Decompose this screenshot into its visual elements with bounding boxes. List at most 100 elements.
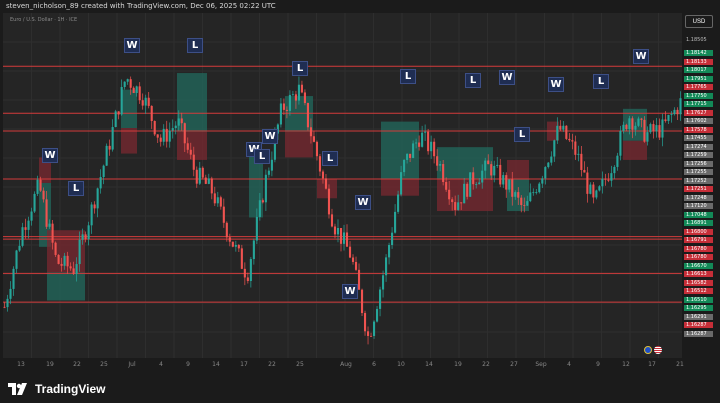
candle-body (27, 220, 30, 230)
candle-body (126, 79, 129, 82)
candle-body (502, 175, 505, 185)
candle-body (366, 331, 370, 336)
candle-body (439, 164, 442, 166)
candle-body (445, 182, 448, 190)
candle-body (544, 167, 547, 179)
eu-flag-icon[interactable] (644, 346, 652, 354)
price-chart[interactable] (3, 13, 682, 358)
candle-body (108, 145, 111, 150)
candle-body (676, 109, 679, 115)
candle-body (610, 173, 613, 181)
loss-marker: L (400, 69, 416, 84)
candle-body (51, 223, 54, 243)
time-tick: 17 (648, 361, 656, 368)
candle-body (523, 205, 526, 206)
candle-body (496, 164, 499, 166)
candle-body (294, 94, 297, 101)
chart-area[interactable]: Euro / U.S. Dollar · 1H · ICE (3, 13, 682, 358)
candle-body (348, 246, 352, 258)
candle-body (339, 228, 343, 244)
candle-body (595, 190, 598, 198)
candle-body (565, 125, 568, 139)
candle-body (400, 172, 403, 195)
candle-body (12, 268, 15, 289)
event-flags[interactable] (644, 346, 662, 354)
candle-body (667, 114, 670, 121)
candle-body (264, 174, 267, 203)
loss-marker: L (68, 181, 84, 196)
candle-body (412, 143, 415, 158)
candle-body (180, 118, 183, 124)
candle-body (114, 111, 117, 128)
candle-body (141, 100, 144, 106)
trade-zone (177, 131, 207, 160)
candle-body (514, 192, 517, 197)
chart-credit: steven_nicholson_89 created with Trading… (6, 2, 276, 10)
candle-body (379, 289, 382, 309)
candle-body (363, 313, 367, 332)
time-tick: 27 (510, 361, 518, 368)
candle-body (195, 169, 198, 184)
tradingview-logo[interactable]: TradingView (8, 382, 105, 396)
win-marker: W (499, 70, 515, 85)
candle-body (186, 143, 189, 150)
loss-marker: L (593, 74, 609, 89)
trade-zone (121, 89, 137, 128)
candle-body (213, 193, 216, 204)
candle-body (427, 131, 430, 152)
candle-body (315, 141, 319, 157)
candle-body (466, 183, 469, 197)
time-tick: 25 (296, 361, 304, 368)
candle-body (216, 197, 219, 204)
price-label: 1.17602 (684, 118, 713, 124)
win-marker: W (342, 284, 358, 299)
candle-body (556, 125, 559, 141)
candle-body (282, 103, 285, 110)
candle-body (586, 172, 589, 194)
candle-body (388, 244, 391, 258)
candle-body (442, 164, 445, 183)
candle-body (646, 132, 649, 142)
candle-body (93, 204, 96, 209)
candle-body (99, 177, 102, 189)
candle-body (75, 264, 78, 274)
candle-body (484, 160, 487, 171)
candle-body (589, 184, 592, 194)
candle-body (84, 234, 87, 240)
candle-body (649, 124, 652, 133)
candle-body (357, 269, 361, 290)
price-label: 1.17120 (684, 203, 713, 209)
time-tick: 4 (567, 361, 571, 368)
candle-body (391, 232, 394, 245)
candle-body (652, 124, 655, 132)
candle-body (324, 178, 328, 189)
candle-body (129, 79, 132, 88)
candle-body (541, 178, 544, 184)
candle-body (661, 119, 664, 138)
candle-body (505, 175, 508, 190)
trade-zone (623, 140, 647, 160)
candle-body (436, 156, 439, 166)
candle-body (270, 159, 273, 171)
candle-body (300, 84, 303, 93)
candle-body (634, 125, 637, 130)
price-label: 1.16512 (684, 288, 713, 294)
candle-body (162, 128, 165, 142)
time-tick: 25 (100, 361, 108, 368)
candle-body (535, 192, 538, 193)
candle-body (526, 201, 529, 206)
candle-body (177, 118, 180, 126)
trade-zone (121, 128, 137, 154)
currency-button[interactable]: USD (685, 15, 713, 28)
time-tick: 9 (186, 361, 190, 368)
candle-body (448, 189, 451, 200)
candle-body (201, 167, 204, 178)
price-label: 1.17951 (684, 75, 713, 82)
price-label: 1.17765 (684, 84, 713, 90)
price-label: 1.17627 (684, 109, 713, 116)
candle-body (577, 153, 580, 155)
candle-body (21, 227, 24, 246)
us-flag-icon[interactable] (654, 346, 662, 354)
candle-body (583, 169, 586, 173)
price-label: 1.16780 (684, 245, 713, 252)
